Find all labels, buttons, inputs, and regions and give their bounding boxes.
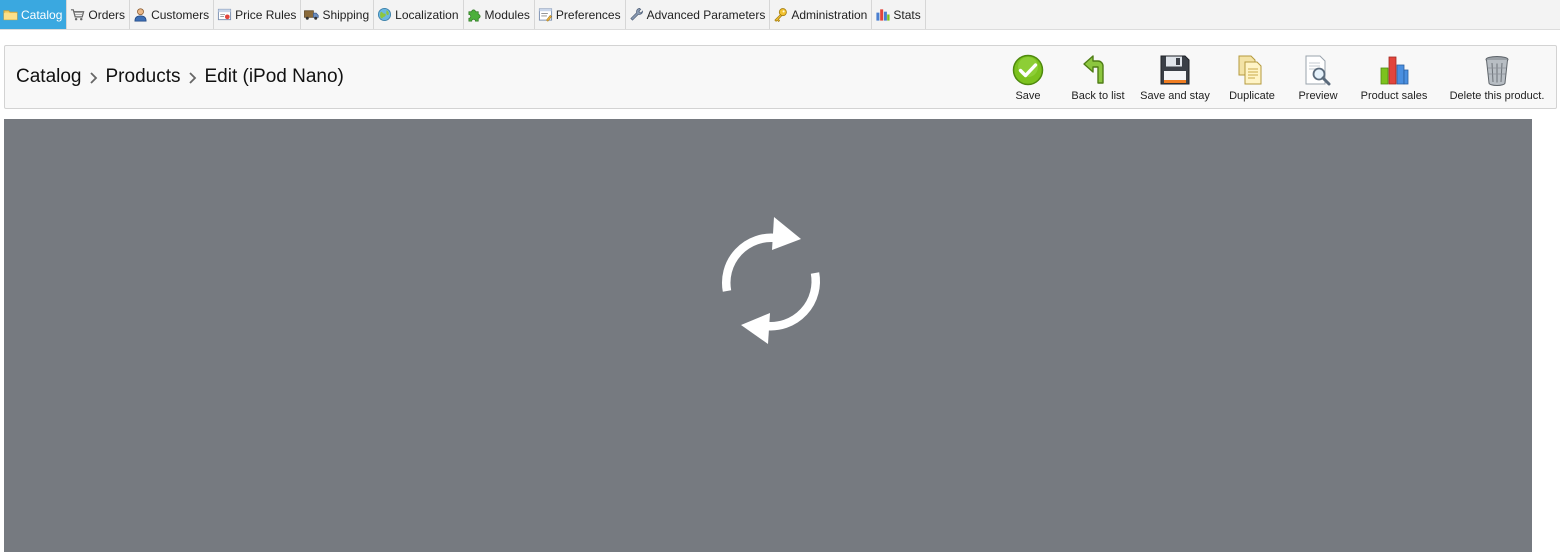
price-tag-icon [217, 7, 232, 22]
save-and-stay-label: Save and stay [1140, 90, 1210, 102]
tab-label: Modules [484, 7, 530, 22]
tab-label: Orders [88, 7, 126, 22]
duplicate-button[interactable]: Duplicate [1225, 54, 1279, 106]
tab-label: Preferences [555, 7, 621, 22]
magnifier-icon [1302, 54, 1334, 86]
page-title: Edit (iPod Nano) [204, 66, 344, 87]
user-icon [133, 7, 148, 22]
tab-label: Catalog [21, 7, 63, 22]
tab-label: Customers [151, 7, 210, 22]
tab-label: Stats [893, 7, 921, 22]
key-icon [773, 7, 788, 22]
tab-label: Shipping [322, 7, 370, 22]
tab-orders[interactable]: Orders [67, 0, 131, 29]
product-sales-button[interactable]: Product sales [1360, 54, 1428, 106]
floppy-disk-icon [1159, 54, 1191, 86]
back-to-list-button[interactable]: Back to list [1068, 54, 1128, 106]
product-sales-label: Product sales [1360, 90, 1428, 102]
checkmark-icon [1012, 54, 1044, 86]
refresh-icon [722, 217, 820, 344]
truck-icon [304, 7, 320, 22]
preview-label: Preview [1298, 90, 1338, 102]
duplicate-label: Duplicate [1229, 90, 1275, 102]
tab-price-rules[interactable]: Price Rules [214, 0, 302, 29]
chevron-right-icon [82, 69, 106, 85]
globe-icon [377, 7, 392, 22]
delete-product-label: Delete this product. [1449, 90, 1545, 102]
tab-shipping[interactable]: Shipping [301, 0, 375, 29]
trash-icon [1481, 54, 1513, 86]
breadcrumb: Catalog Products Edit (iPod Nano) [16, 46, 344, 108]
save-button[interactable]: Save [1012, 54, 1044, 106]
tab-catalog[interactable]: Catalog [0, 0, 68, 29]
copy-icon [1236, 54, 1268, 86]
tab-label: Advanced Parameters [646, 7, 766, 22]
preview-button[interactable]: Preview [1298, 54, 1338, 106]
tab-stats[interactable]: Stats [872, 0, 926, 29]
save-label: Save [1015, 90, 1041, 102]
delete-product-button[interactable]: Delete this product. [1448, 54, 1546, 106]
top-navigation: Catalog Orders Customers Price Rules Shi… [0, 0, 1560, 30]
tab-customers[interactable]: Customers [130, 0, 215, 29]
tab-advanced-parameters[interactable]: Advanced Parameters [626, 0, 771, 29]
wrench-icon [629, 7, 644, 22]
cart-icon [70, 7, 85, 22]
loading-overlay [4, 119, 1532, 552]
folder-icon [3, 7, 18, 22]
back-arrow-icon [1082, 54, 1114, 86]
page-toolbar: Catalog Products Edit (iPod Nano) Save B… [4, 45, 1557, 109]
bar-chart-icon [875, 7, 890, 22]
tab-administration[interactable]: Administration [770, 0, 873, 29]
tab-label: Localization [395, 7, 459, 22]
breadcrumb-item-products[interactable]: Products [106, 66, 181, 88]
breadcrumb-item-catalog[interactable]: Catalog [16, 66, 82, 88]
tab-label: Administration [791, 7, 868, 22]
back-to-list-label: Back to list [1071, 90, 1125, 102]
tab-preferences[interactable]: Preferences [535, 0, 626, 29]
save-and-stay-button[interactable]: Save and stay [1139, 54, 1211, 106]
tab-localization[interactable]: Localization [374, 0, 464, 29]
chevron-right-icon [180, 69, 204, 85]
tab-label: Price Rules [235, 7, 297, 22]
form-icon [538, 7, 553, 22]
bar-chart-icon [1378, 54, 1410, 86]
puzzle-icon [467, 7, 482, 22]
tab-modules[interactable]: Modules [464, 0, 535, 29]
